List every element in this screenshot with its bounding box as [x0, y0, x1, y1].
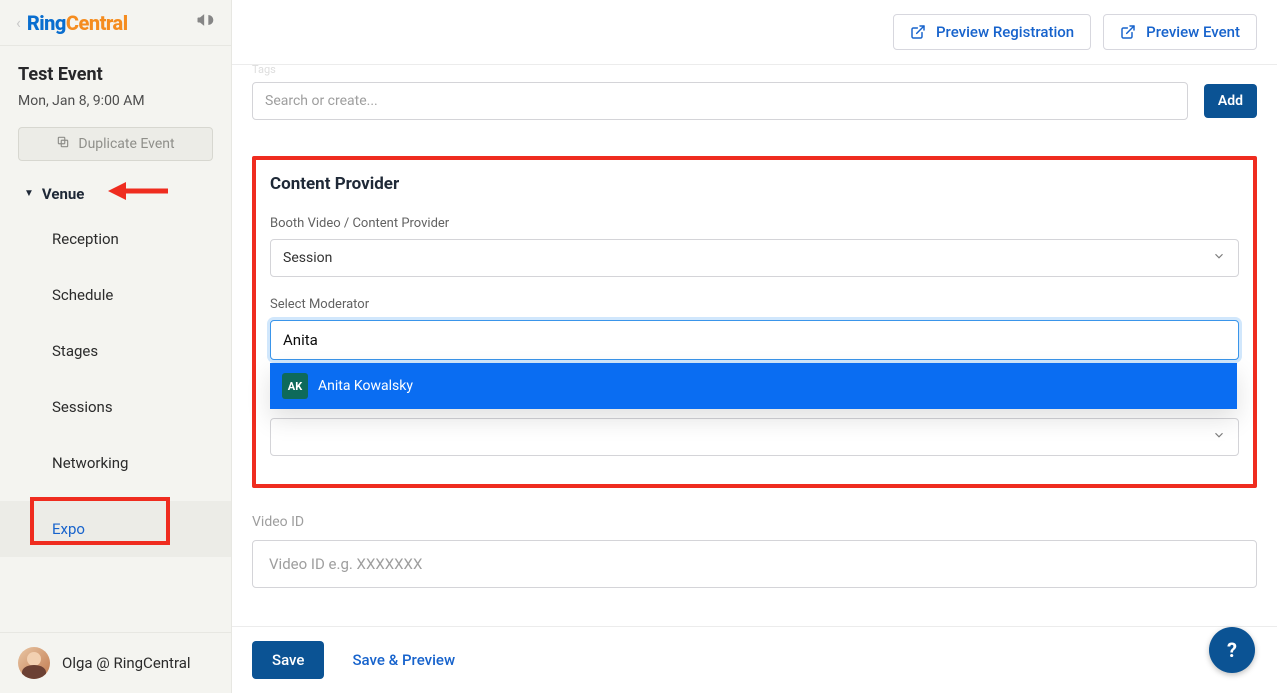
main: Preview Registration Preview Event Tags …: [232, 0, 1277, 693]
event-time: Mon, Jan 8, 9:00 AM: [18, 93, 213, 109]
sidebar-item-sessions[interactable]: Sessions: [0, 379, 231, 435]
sidebar-header: ‹ RingCentral: [0, 0, 231, 46]
video-id-label: Video ID: [252, 514, 1257, 530]
sidebar-item-schedule[interactable]: Schedule: [0, 267, 231, 323]
venue-toggle[interactable]: ▼ Venue: [0, 173, 231, 211]
sidebar-item-expo[interactable]: Expo: [0, 501, 231, 557]
add-tag-button[interactable]: Add: [1204, 84, 1257, 118]
sidebar-item-stages[interactable]: Stages: [0, 323, 231, 379]
logo[interactable]: ‹ RingCentral: [16, 11, 128, 35]
moderator-dropdown: AK Anita Kowalsky: [270, 363, 1237, 409]
copy-icon: [56, 135, 70, 153]
moderator-label: Select Moderator: [270, 297, 1239, 312]
event-title: Test Event: [18, 64, 213, 85]
external-link-icon: [1120, 24, 1136, 40]
sidebar-item-networking[interactable]: Networking: [0, 435, 231, 491]
content-provider-title: Content Provider: [270, 174, 1239, 194]
back-chevron-icon[interactable]: ‹: [16, 13, 21, 32]
save-button[interactable]: Save: [252, 641, 324, 679]
sidebar-item-reception[interactable]: Reception: [0, 211, 231, 267]
chevron-down-icon: [1212, 428, 1226, 446]
duplicate-event-button[interactable]: Duplicate Event: [18, 127, 213, 161]
sidebar: ‹ RingCentral Test Event Mon, Jan 8, 9:0…: [0, 0, 232, 693]
content: Tags Add Content Provider Booth Video / …: [232, 65, 1277, 626]
fallback-video-select[interactable]: [270, 418, 1239, 456]
sidebar-footer[interactable]: Olga @ RingCentral: [0, 632, 231, 693]
megaphone-icon[interactable]: [195, 10, 215, 35]
help-button[interactable]: ?: [1209, 627, 1255, 673]
duplicate-label: Duplicate Event: [78, 136, 174, 152]
topbar: Preview Registration Preview Event: [232, 0, 1277, 65]
external-link-icon: [910, 24, 926, 40]
moderator-option-name: Anita Kowalsky: [318, 378, 413, 394]
brand-text: RingCentral: [27, 11, 128, 35]
venue-label: Venue: [42, 185, 85, 203]
user-avatar: [18, 647, 50, 679]
avatar-badge: AK: [282, 373, 308, 399]
help-icon: ?: [1227, 638, 1237, 662]
tags-input[interactable]: [252, 82, 1188, 120]
tags-row: Add: [252, 82, 1257, 120]
moderator-option[interactable]: AK Anita Kowalsky: [270, 363, 1237, 409]
moderator-input-wrap[interactable]: [270, 320, 1239, 360]
preview-registration-button[interactable]: Preview Registration: [893, 14, 1091, 50]
user-display-name: Olga @ RingCentral: [62, 654, 191, 672]
save-preview-button[interactable]: Save & Preview: [352, 651, 455, 669]
moderator-input[interactable]: [271, 321, 1238, 359]
event-info: Test Event Mon, Jan 8, 9:00 AM Duplicate…: [0, 46, 231, 173]
caret-down-icon: ▼: [24, 188, 34, 199]
moderator-field: Select Moderator AK Anita Kowalsky: [270, 297, 1239, 456]
content-provider-panel: Content Provider Booth Video / Content P…: [252, 156, 1257, 488]
preview-event-label: Preview Event: [1146, 23, 1240, 41]
video-id-input[interactable]: [252, 540, 1257, 588]
tags-label: Tags: [252, 65, 1257, 76]
booth-video-select[interactable]: Session: [270, 239, 1239, 277]
booth-video-label: Booth Video / Content Provider: [270, 216, 1239, 231]
booth-video-value: Session: [283, 250, 332, 266]
preview-registration-label: Preview Registration: [936, 23, 1074, 41]
nav-list: Reception Schedule Stages Sessions Netwo…: [0, 211, 231, 632]
preview-event-button[interactable]: Preview Event: [1103, 14, 1257, 50]
annotation-arrow-icon: [108, 177, 170, 209]
savebar: Save Save & Preview: [232, 626, 1277, 693]
chevron-down-icon: [1212, 249, 1226, 267]
